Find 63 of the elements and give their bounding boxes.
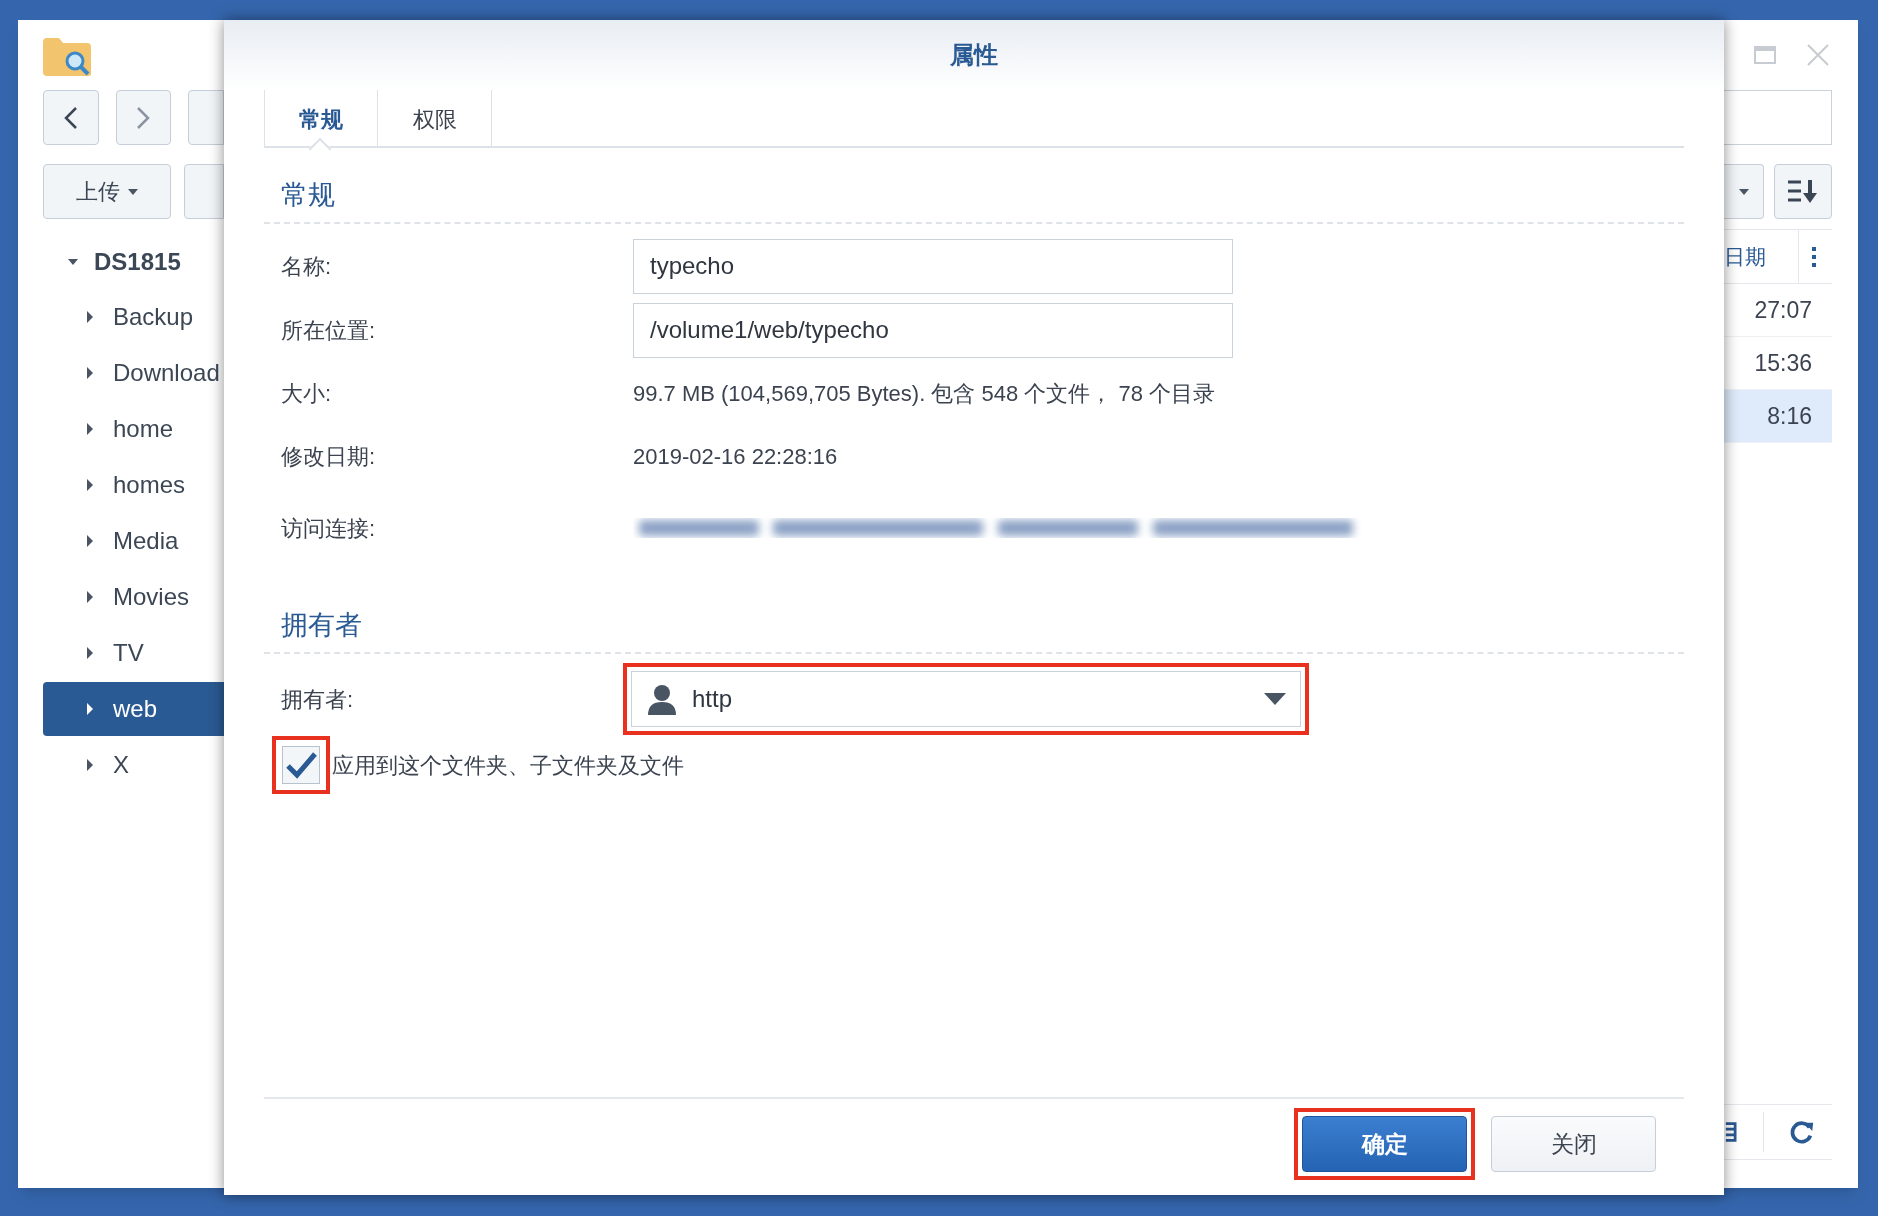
expand-caret-icon [85, 759, 95, 771]
expand-caret-icon [85, 647, 95, 659]
expand-caret-icon [85, 535, 95, 547]
field-label: 名称: [280, 252, 333, 281]
table-cell-text: 8:16 [1767, 401, 1812, 431]
ok-button[interactable]: 确定 [1302, 1116, 1467, 1172]
toolbar-button[interactable] [184, 164, 224, 219]
field-value: 99.7 MB (104,569,705 Bytes). 包含 548 个文件， 78 个目录 [633, 380, 1216, 408]
view-dropdown-button[interactable] [1724, 164, 1764, 219]
back-button[interactable] [43, 90, 99, 145]
forward-button[interactable] [115, 90, 172, 145]
field-value: 2019-02-16 22:28:16 [633, 443, 838, 471]
expand-caret-icon [85, 367, 95, 379]
field-label: 大小: [280, 380, 333, 408]
toolbar-button[interactable] [188, 90, 224, 145]
refresh-icon[interactable] [1789, 1119, 1814, 1145]
tree-item[interactable]: TV [43, 626, 224, 680]
table-cell-text: 27:07 [1754, 295, 1812, 325]
more-vertical-icon [1811, 246, 1817, 267]
section-heading: 拥有者 [281, 608, 362, 642]
checkmark-icon [285, 751, 317, 779]
text-field[interactable]: typecho [633, 238, 1233, 294]
sort-button[interactable] [1774, 164, 1832, 219]
tab[interactable]: 权限 [378, 90, 492, 148]
column-header[interactable]: 日期 [1724, 240, 1798, 273]
section-heading: 常规 [281, 178, 335, 212]
field-label: 访问连接: [280, 514, 377, 543]
tree-root[interactable]: DS1815 [94, 244, 181, 280]
tree-item[interactable]: web [43, 682, 224, 736]
user-icon [646, 683, 678, 715]
field-label: 修改日期: [280, 443, 377, 471]
table-row[interactable]: 8:16 [1724, 390, 1832, 443]
maximize-icon [1754, 46, 1776, 64]
expand-caret-icon [85, 423, 95, 435]
field-label: 所在位置: [280, 316, 377, 345]
tree-item[interactable]: homes [43, 458, 224, 512]
close-button[interactable]: 关闭 [1491, 1116, 1656, 1172]
expand-caret-icon [85, 479, 95, 491]
sort-icon [1787, 178, 1819, 205]
checkbox[interactable] [282, 746, 320, 784]
chevron-left-icon [63, 105, 78, 130]
upload-button[interactable]: 上传 [43, 164, 172, 219]
checkbox-label: 应用到这个文件夹、子文件夹及文件 [332, 751, 684, 780]
expand-caret-icon [85, 311, 95, 323]
owner-dropdown[interactable]: http [631, 671, 1301, 727]
expand-caret-icon [85, 591, 95, 603]
tab[interactable]: 常规 [264, 90, 378, 148]
tree-item[interactable]: home [43, 402, 224, 456]
table-cell-text: 15:36 [1754, 348, 1812, 378]
close-icon [1806, 43, 1830, 67]
list-icon [1724, 1121, 1737, 1143]
field-label: 拥有者: [280, 685, 355, 714]
tree-item[interactable]: Movies [43, 570, 224, 624]
tree-item[interactable]: Download [43, 346, 224, 400]
folder-search-icon [41, 36, 93, 78]
chevron-right-icon [136, 105, 151, 130]
tree-item[interactable]: X [43, 738, 224, 792]
dropdown-caret-icon [1264, 693, 1286, 705]
dialog-title: 属性 [950, 40, 998, 70]
expand-caret-icon [85, 703, 95, 715]
text-field[interactable]: /volume1/web/typecho [633, 302, 1233, 358]
tree-item[interactable]: Backup [43, 290, 224, 344]
tree-item[interactable]: Media [43, 514, 224, 568]
